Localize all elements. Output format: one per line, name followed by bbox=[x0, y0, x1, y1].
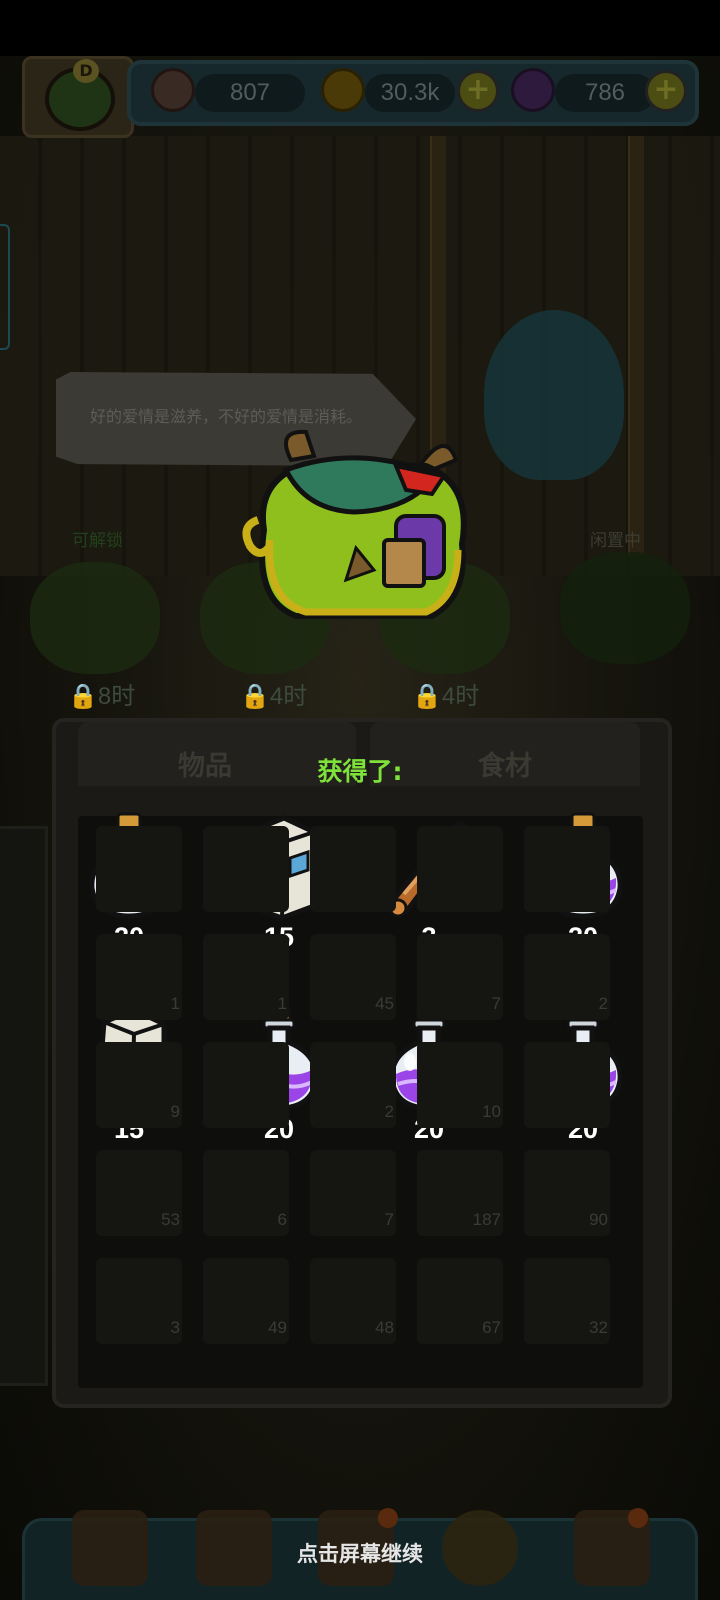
inventory-cell-count: 3 bbox=[170, 1318, 180, 1337]
inventory-cell-count: 45 bbox=[375, 994, 394, 1013]
character-slot-4[interactable] bbox=[560, 552, 690, 664]
inventory-cell-count: 53 bbox=[161, 1210, 180, 1229]
inventory-cell-count: 49 bbox=[268, 1318, 287, 1337]
slot-status-label: 可解锁 bbox=[72, 531, 123, 551]
rank-badge: D bbox=[73, 59, 99, 83]
coin-icon bbox=[321, 68, 365, 112]
inventory-cell-count: 10 bbox=[482, 1102, 501, 1121]
currency-bar: 807 30.3k + 786 + bbox=[127, 60, 699, 126]
slot-timer-2: 🔒4时 bbox=[240, 676, 307, 711]
slot-timer-text: 4时 bbox=[269, 683, 308, 710]
wooden-pillar bbox=[628, 136, 644, 556]
player-avatar[interactable]: D bbox=[22, 56, 134, 138]
inventory-cell-count: 7 bbox=[384, 1210, 394, 1229]
add-potions-button[interactable]: + bbox=[645, 70, 687, 112]
reward-title: 获得了: bbox=[317, 757, 403, 786]
inventory-cell-count: 48 bbox=[375, 1318, 394, 1337]
notification-dot bbox=[378, 1508, 398, 1528]
inventory-cell-count: 9 bbox=[170, 1102, 180, 1121]
inventory-cell-count: 7 bbox=[491, 994, 501, 1013]
eyeball-icon bbox=[151, 68, 195, 112]
inventory-cell[interactable] bbox=[524, 826, 610, 912]
slot-timer-text: 8时 bbox=[97, 683, 136, 710]
inventory-cell-count: 1 bbox=[170, 994, 180, 1013]
inventory-cell[interactable] bbox=[310, 826, 396, 912]
resource-top-bar: D 807 30.3k + 786 + bbox=[12, 56, 702, 138]
inventory-cell-count: 2 bbox=[384, 1102, 394, 1121]
side-drawer-tab[interactable] bbox=[0, 224, 10, 350]
inventory-cell[interactable] bbox=[417, 826, 503, 912]
inventory-cell[interactable] bbox=[203, 1042, 289, 1128]
inventory-cell-count: 187 bbox=[472, 1210, 501, 1229]
potion-currency-icon bbox=[511, 68, 555, 112]
inventory-cell-count: 90 bbox=[589, 1210, 608, 1229]
add-coins-button[interactable]: + bbox=[457, 70, 499, 112]
slot-timer-text: 4时 bbox=[441, 683, 480, 710]
inventory-cell-count: 67 bbox=[482, 1318, 501, 1337]
tap-to-continue-hint[interactable]: 点击屏幕继续 bbox=[0, 1538, 720, 1568]
inventory-cell-count: 1 bbox=[277, 994, 287, 1013]
slot-timer-1: 🔒8时 bbox=[68, 676, 135, 711]
notification-dot bbox=[628, 1508, 648, 1528]
slot-status-label: 闲置中 bbox=[590, 531, 641, 551]
lock-icon: 🔒 bbox=[240, 683, 270, 710]
lock-icon: 🔒 bbox=[412, 683, 442, 710]
coin-count: 30.3k bbox=[365, 74, 455, 112]
inventory-cell-count: 2 bbox=[598, 994, 608, 1013]
inventory-side-rail bbox=[0, 826, 48, 1386]
inventory-cell-count: 32 bbox=[589, 1318, 608, 1337]
slot-timer-3: 🔒4时 bbox=[412, 676, 479, 711]
inventory-cell[interactable] bbox=[203, 826, 289, 912]
backpack-reward-icon bbox=[242, 429, 467, 619]
character-slot-1[interactable] bbox=[30, 562, 160, 674]
inventory-cell[interactable] bbox=[524, 1042, 610, 1128]
blue-monster-character bbox=[484, 310, 624, 480]
lock-icon: 🔒 bbox=[68, 683, 98, 710]
inventory-cell-count: 6 bbox=[277, 1210, 287, 1229]
inventory-cell[interactable] bbox=[96, 826, 182, 912]
potion-count: 786 bbox=[555, 74, 655, 112]
eyes-count: 807 bbox=[195, 74, 305, 112]
